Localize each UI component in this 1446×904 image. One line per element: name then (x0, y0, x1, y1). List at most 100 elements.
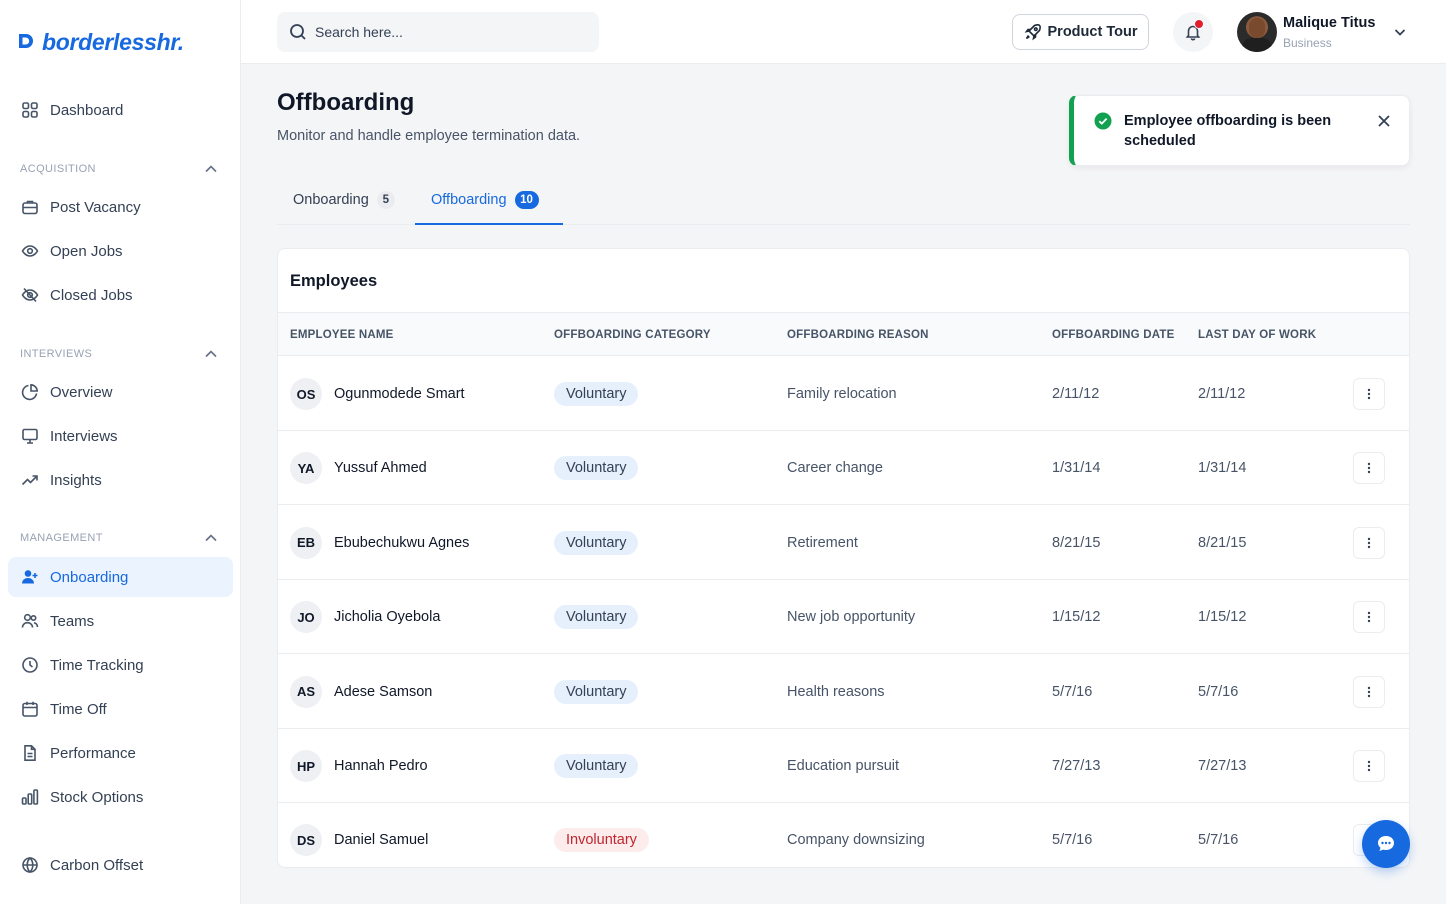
employee-cell: JO Jicholia Oyebola (290, 580, 440, 654)
product-tour-button[interactable]: Product Tour (1012, 14, 1149, 50)
sidebar-item-closed-jobs[interactable]: Closed Jobs (8, 275, 233, 315)
sidebar-item-interviews[interactable]: Interviews (8, 416, 233, 456)
employee-cell: OS Ogunmodede Smart (290, 357, 465, 431)
sidebar-item-label: Post Vacancy (50, 198, 141, 216)
row-menu-button[interactable] (1353, 601, 1385, 634)
employee-name: Yussuf Ahmed (334, 460, 427, 477)
sidebar-item-label: Time Off (50, 700, 107, 718)
row-menu-button[interactable] (1353, 452, 1385, 485)
column-header: OFFBOARDING REASON (787, 329, 929, 341)
chat-button[interactable] (1362, 820, 1410, 868)
category-badge: Voluntary (554, 605, 639, 630)
bar-chart-icon (20, 787, 40, 807)
employee-cell: YA Yussuf Ahmed (290, 431, 427, 505)
brand-mark-icon (16, 32, 36, 52)
section-title: ACQUISITION (20, 163, 96, 175)
avatar-initials: DS (290, 824, 322, 857)
calendar-icon (20, 699, 40, 719)
sidebar-item-post-vacancy[interactable]: Post Vacancy (8, 187, 233, 227)
chevron-up-icon[interactable] (202, 529, 220, 547)
tab-label: Onboarding (293, 192, 369, 208)
search-box[interactable] (277, 12, 599, 52)
chevron-down-icon[interactable] (1391, 23, 1409, 41)
sidebar-item-label: Performance (50, 744, 136, 762)
actions-cell (1353, 506, 1385, 580)
eye-off-icon (20, 285, 40, 305)
row-menu-button[interactable] (1353, 675, 1385, 708)
employee-cell: AS Adese Samson (290, 655, 432, 729)
table-row[interactable]: JO Jicholia Oyebola Voluntary New job oppor… (278, 580, 1409, 655)
employee-name: Adese Samson (334, 683, 433, 700)
sidebar-item-onboarding[interactable]: Onboarding (8, 557, 233, 597)
tab-offboarding[interactable]: Offboarding 10 (431, 175, 539, 225)
section-interviews[interactable]: INTERVIEWS (20, 344, 220, 364)
sidebar-item-time-off[interactable]: Time Off (8, 689, 233, 729)
rocket-icon (1024, 23, 1042, 41)
more-vertical-icon (1367, 388, 1371, 400)
category-cell: Voluntary (554, 357, 639, 431)
tab-bar: Onboarding 5 Offboarding 10 (277, 175, 1410, 225)
sidebar-item-label: Stock Options (50, 788, 144, 806)
last-day-cell: 1/15/12 (1198, 609, 1247, 626)
clock-icon (20, 655, 40, 675)
more-vertical-icon (1367, 686, 1371, 697)
more-vertical-icon (1367, 760, 1371, 772)
last-day-cell: 8/21/15 (1198, 534, 1247, 551)
category-badge: Voluntary (554, 530, 639, 555)
offboarding-date-cell: 5/7/16 (1052, 683, 1093, 700)
table-row[interactable]: YA Yussuf Ahmed Voluntary Career change 1/31… (278, 431, 1409, 506)
sidebar-item-label: Teams (50, 612, 95, 630)
product-tour-label: Product Tour (1047, 24, 1138, 40)
sidebar-item-overview[interactable]: Overview (8, 372, 233, 412)
offboarding-date-cell: 7/27/13 (1052, 758, 1101, 774)
employee-name: Ogunmodede Smart (334, 386, 465, 402)
brand-logo[interactable]: borderlesshr. (16, 28, 184, 56)
notifications-button[interactable] (1173, 12, 1213, 52)
category-badge: Voluntary (554, 679, 639, 704)
avatar[interactable] (1237, 12, 1277, 52)
check-circle-icon (1094, 112, 1112, 130)
eye-icon (20, 241, 40, 261)
active-tab-indicator (415, 223, 563, 225)
sidebar-item-carbon-offset[interactable]: Carbon Offset (8, 845, 233, 885)
sidebar-item-dashboard[interactable]: Dashboard (8, 90, 233, 130)
table-row[interactable]: HP Hannah Pedro Voluntary Education pursuit… (278, 729, 1409, 803)
tab-onboarding[interactable]: Onboarding 5 (293, 175, 395, 225)
chevron-up-icon[interactable] (202, 160, 220, 178)
table-row[interactable]: AS Adese Samson Voluntary Health reasons 5/7… (278, 655, 1409, 729)
table-row[interactable]: OS Ogunmodede Smart Voluntary Family reloca… (278, 357, 1409, 431)
more-vertical-icon (1367, 463, 1371, 474)
employees-table-card: Employees EMPLOYEE NAME OFFBOARDING CATE… (277, 248, 1410, 868)
sidebar-item-teams[interactable]: Teams (8, 601, 233, 641)
users-icon (20, 611, 40, 631)
row-menu-button[interactable] (1353, 750, 1385, 782)
table-row[interactable]: EB Ebubechukwu Agnes Voluntary Retirement 8/… (278, 506, 1409, 580)
section-management[interactable]: MANAGEMENT (20, 528, 220, 548)
tab-count-badge: 5 (376, 191, 395, 209)
row-menu-button[interactable] (1353, 526, 1385, 559)
sidebar-item-open-jobs[interactable]: Open Jobs (8, 231, 233, 271)
close-icon[interactable] (1375, 112, 1393, 130)
last-day-cell: 1/31/14 (1198, 460, 1247, 477)
search-input[interactable] (315, 24, 575, 40)
section-acquisition[interactable]: ACQUISITION (20, 159, 220, 179)
row-menu-button[interactable] (1353, 378, 1385, 410)
actions-cell (1353, 431, 1385, 505)
sidebar-item-label: Dashboard (50, 101, 124, 119)
category-cell: Voluntary (554, 431, 639, 505)
sidebar-item-label: Time Tracking (50, 656, 144, 674)
sidebar-item-label: Onboarding (50, 568, 129, 586)
sidebar-item-performance[interactable]: Performance (8, 733, 233, 773)
user-name: Malique Titus (1283, 15, 1376, 31)
sidebar-item-time-tracking[interactable]: Time Tracking (8, 645, 233, 685)
chevron-up-icon[interactable] (202, 345, 220, 363)
sidebar-item-insights[interactable]: Insights (8, 460, 233, 500)
success-toast: Employee offboarding is been scheduled (1069, 95, 1410, 166)
employee-cell: HP Hannah Pedro (290, 729, 428, 803)
table-title: Employees (290, 272, 378, 290)
trending-up-icon (20, 470, 40, 490)
sidebar-item-stock-options[interactable]: Stock Options (8, 777, 233, 817)
employee-name: Hannah Pedro (334, 758, 428, 774)
offboarding-date-cell: 1/31/14 (1052, 460, 1101, 477)
table-row[interactable]: DS Daniel Samuel Involuntary Company downsi… (278, 803, 1409, 867)
